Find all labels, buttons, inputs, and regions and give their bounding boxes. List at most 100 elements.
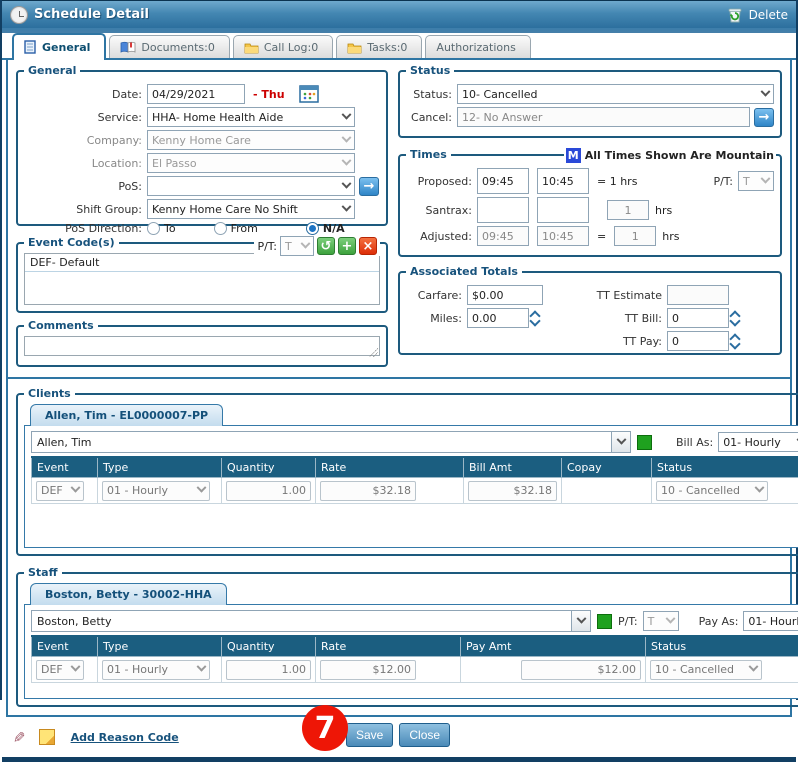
chevron-down-icon <box>761 86 771 96</box>
undo-icon[interactable]: ↺ <box>317 237 335 255</box>
client-status-indicator <box>637 435 652 450</box>
times-banner: M All Times Shown Are Mountain <box>564 148 776 163</box>
tt-estimate-input <box>667 285 729 305</box>
company-label: Company: <box>24 134 142 147</box>
shift-group-select[interactable]: Kenny Home Care No Shift <box>147 199 355 219</box>
tab-general[interactable]: General <box>12 33 106 58</box>
notepad-icon <box>24 40 37 54</box>
combo-dropdown-button[interactable] <box>571 610 591 632</box>
clients-fieldset: Clients Go to Invoice + × Allen, Tim - E… <box>16 387 798 556</box>
chevron-down-icon <box>755 483 765 493</box>
close-button[interactable]: Close <box>399 723 450 747</box>
event-code-item[interactable]: DEF- Default <box>25 254 379 272</box>
service-select[interactable]: HHA- Home Health Aide <box>147 107 355 127</box>
tt-bill-spinner[interactable] <box>731 312 739 325</box>
tab-authorizations[interactable]: Authorizations <box>425 35 530 58</box>
carfare-input[interactable] <box>467 285 543 305</box>
staff-tab[interactable]: Boston, Betty - 30002-HHA <box>30 583 227 605</box>
tab-tasks-label: Tasks:0 <box>367 41 407 54</box>
comments-textarea[interactable] <box>24 336 380 356</box>
row-pay-amt-value: $12.00 <box>521 660 641 680</box>
step-badge: 7 <box>302 705 348 751</box>
adjusted-end-input <box>537 226 589 246</box>
bill-as-select[interactable]: 01- Hourly <box>718 432 798 452</box>
note-icon[interactable] <box>25 729 55 745</box>
status-select[interactable]: 10- Cancelled <box>457 84 774 104</box>
adjusted-start-input <box>477 226 529 246</box>
row-rate-value: $32.18 <box>320 481 416 501</box>
miles-spinner[interactable] <box>531 312 539 325</box>
pos-go-button[interactable]: → <box>359 177 379 196</box>
tab-tasks[interactable]: Tasks:0 <box>336 35 422 58</box>
miles-input[interactable] <box>467 308 529 328</box>
calendar-icon[interactable] <box>299 85 319 103</box>
santrax-start-input[interactable] <box>477 197 529 223</box>
times-fieldset: Times M All Times Shown Are Mountain Pro… <box>398 148 782 257</box>
radio-to[interactable] <box>147 222 160 235</box>
tt-pay-spinner[interactable] <box>731 335 739 348</box>
cancel-label: Cancel: <box>406 111 452 124</box>
table-header-row: Event Type Quantity Rate Bill Amt Copay … <box>32 457 798 478</box>
santrax-hours-input <box>607 200 649 220</box>
remove-event-code-icon[interactable]: × <box>359 237 377 255</box>
general-fieldset: General Date: - Thu <box>16 64 388 226</box>
pos-select[interactable] <box>147 176 355 196</box>
left-column: General Date: - Thu <box>16 64 388 373</box>
col-event: Event <box>32 636 98 657</box>
cancel-input <box>457 107 750 127</box>
client-panel: Allen, Tim Bill As: 01- Hourly Override … <box>24 425 798 548</box>
edit-pencil-icon[interactable]: ✎ <box>9 731 27 744</box>
location-value: El Passo <box>152 157 197 170</box>
client-name-value: Allen, Tim <box>31 431 611 453</box>
location-select: El Passo <box>147 153 355 173</box>
cancel-go-button[interactable]: → <box>754 108 774 127</box>
col-status: Status <box>646 636 798 657</box>
save-button[interactable]: Save <box>346 723 393 747</box>
proposed-end-input[interactable] <box>537 168 589 194</box>
combo-dropdown-button[interactable] <box>611 431 631 453</box>
general-tab-panel: General Date: - Thu <box>6 60 792 717</box>
staff-pt-select: T <box>643 611 679 631</box>
tab-documents[interactable]: Documents:0 <box>109 35 229 58</box>
proposed-start-input[interactable] <box>477 168 529 194</box>
event-pt-value: T <box>285 240 292 253</box>
date-input[interactable] <box>147 84 245 104</box>
radio-to-label: To <box>164 222 176 235</box>
date-label: Date: <box>24 88 142 101</box>
add-reason-code-link[interactable]: Add Reason Code <box>71 731 179 744</box>
staff-name-combobox[interactable]: Boston, Betty <box>31 610 591 632</box>
row-quantity-value: 1.00 <box>226 660 311 680</box>
tt-pay-input[interactable] <box>667 331 729 351</box>
santrax-end-input[interactable] <box>537 197 589 223</box>
event-codes-list[interactable]: DEF- Default <box>24 253 380 305</box>
tt-bill-input[interactable] <box>667 308 729 328</box>
row-bill-amt-value: $32.18 <box>468 481 557 501</box>
bill-as-value: 01- Hourly <box>723 436 781 449</box>
tab-call-log[interactable]: Call Log:0 <box>233 35 333 58</box>
right-column: Status Status: 10- Cancelled Cancel: → <box>398 64 782 373</box>
pay-as-select[interactable]: 01- Hourly <box>743 611 798 631</box>
clock-icon <box>10 6 28 24</box>
radio-na[interactable] <box>306 222 319 235</box>
chevron-down-icon <box>749 662 759 672</box>
chevron-down-icon <box>301 238 311 248</box>
service-value: HHA- Home Health Aide <box>152 111 283 124</box>
chevron-down-icon <box>342 155 352 165</box>
associated-totals-legend: Associated Totals <box>406 265 522 278</box>
staff-pay-table: Event Type Quantity Rate Pay Amt Status … <box>31 635 798 683</box>
bill-as-label: Bill As: <box>676 436 713 449</box>
pos-label: PoS: <box>24 180 142 193</box>
pay-as-value: 01- Hourly <box>748 615 798 628</box>
client-billing-table: Event Type Quantity Rate Bill Amt Copay … <box>31 456 798 504</box>
client-tab[interactable]: Allen, Tim - EL0000007-PP <box>30 404 223 426</box>
client-name-combobox[interactable]: Allen, Tim <box>31 431 631 453</box>
row-copay-cell <box>562 478 652 504</box>
status-value: 10- Cancelled <box>462 88 538 101</box>
col-quantity: Quantity <box>222 636 316 657</box>
delete-button[interactable]: Delete <box>726 6 788 24</box>
col-status: Status <box>652 457 798 478</box>
event-codes-fieldset: Event Code(s) P/T: T ↺ + × DEF- Default <box>16 236 388 313</box>
add-event-code-icon[interactable]: + <box>338 237 356 255</box>
radio-from[interactable] <box>214 222 227 235</box>
window-title: Schedule Detail <box>34 7 149 22</box>
